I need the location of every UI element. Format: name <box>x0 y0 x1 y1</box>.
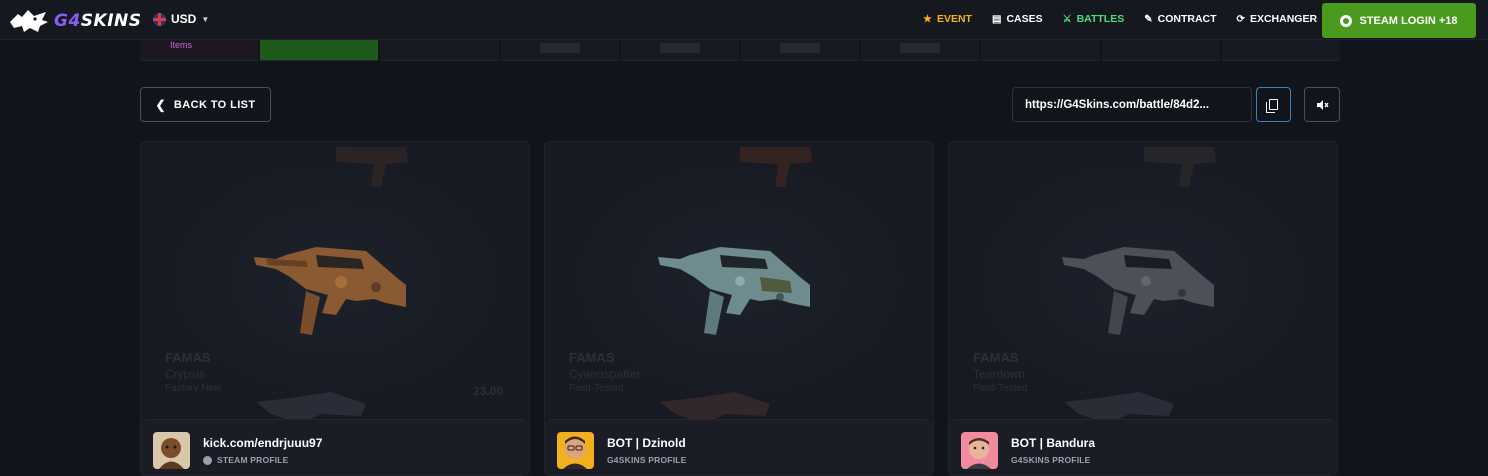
famas-cyanospatter-image <box>658 247 810 335</box>
caret-down-icon: ▼ <box>201 14 210 24</box>
nav-contract-label: CONTRACT <box>1157 13 1217 25</box>
cases-icon: ▤ <box>991 13 1002 25</box>
previous-item-image <box>1144 147 1216 187</box>
back-to-list-button[interactable]: ❮ BACK TO LIST <box>140 87 271 122</box>
battle-slots-strip: Items <box>140 40 1341 61</box>
player-card: FAMAS Teardown Field-Tested BOT | Bandur… <box>948 141 1338 476</box>
uk-flag-icon <box>153 12 166 26</box>
wolf-logo-icon <box>10 10 48 32</box>
next-item-image <box>660 392 770 424</box>
strip-slot[interactable] <box>741 40 860 61</box>
slot-item-thumb <box>659 43 700 53</box>
steam-login-button[interactable]: STEAM LOGIN +18 <box>1322 3 1476 38</box>
battle-url-field[interactable]: https://G4Skins.com/battle/84d2... <box>1012 87 1252 122</box>
slot-item-thumb <box>900 43 941 53</box>
item-info-faded: FAMAS Cyanospatter Field-Tested <box>569 350 640 394</box>
steam-icon <box>1340 14 1353 27</box>
item-price: 23.00 <box>472 384 503 398</box>
famas-crypsis-image <box>254 247 406 335</box>
next-item-image <box>1064 392 1174 424</box>
currency-label: USD <box>171 12 197 26</box>
currency-selector[interactable]: USD ▼ <box>153 12 209 26</box>
back-to-list-label: BACK TO LIST <box>173 98 256 111</box>
battles-icon: ⚔ <box>1062 13 1072 25</box>
strip-slot[interactable] <box>500 40 619 61</box>
strip-slot[interactable] <box>260 40 379 61</box>
item-exterior: Factory New <box>165 383 222 394</box>
skin-name: Teardown <box>973 367 1026 381</box>
steam-login-label: STEAM LOGIN +18 <box>1359 14 1458 27</box>
star-icon: ★ <box>923 13 932 25</box>
copy-url-button[interactable] <box>1256 87 1291 122</box>
avatar-image-icon <box>557 432 594 469</box>
player-avatar[interactable] <box>557 432 594 469</box>
profile-label: STEAM PROFILE <box>217 455 289 465</box>
avatar-image-icon <box>961 432 998 469</box>
strip-slot[interactable] <box>861 40 980 61</box>
next-item-image <box>256 392 366 424</box>
item-info-faded: FAMAS Teardown Field-Tested <box>973 350 1027 394</box>
exchange-icon: ⟳ <box>1236 13 1245 25</box>
nav-exchanger-label: EXCHANGER <box>1249 13 1318 25</box>
strip-slot[interactable] <box>981 40 1100 61</box>
player-card: FAMAS Crypsis Factory New 23.00 kick.com… <box>140 141 530 476</box>
player-profile-link[interactable]: G4SKINS PROFILE <box>607 455 687 465</box>
item-exterior: Field-Tested <box>973 383 1028 394</box>
weapon-name: FAMAS <box>165 350 211 365</box>
player-avatar[interactable] <box>961 432 998 469</box>
chevron-left-icon: ❮ <box>155 97 166 112</box>
battle-url-text: https://G4Skins.com/battle/84d2... <box>1025 98 1210 111</box>
nav-cases[interactable]: ▤ CASES <box>992 13 1043 25</box>
profile-label: G4SKINS PROFILE <box>607 455 687 465</box>
logo-text: G4SKINS <box>54 11 142 31</box>
strip-slot[interactable] <box>620 40 740 61</box>
player-info: BOT | Dzinold G4SKINS PROFILE <box>545 419 933 475</box>
weapon-name: FAMAS <box>569 350 615 365</box>
item-info-faded: FAMAS Crypsis Factory New <box>165 350 221 394</box>
previous-item-image <box>336 147 408 187</box>
previous-item-image <box>740 147 812 187</box>
famas-teardown-image <box>1062 247 1214 335</box>
speaker-muted-icon <box>1316 99 1329 110</box>
player-profile-link[interactable]: G4SKINS PROFILE <box>1011 455 1091 465</box>
nav-event[interactable]: ★ EVENT <box>923 13 972 25</box>
nav-battles[interactable]: ⚔ BATTLES <box>1063 13 1125 25</box>
nav-battles-label: BATTLES <box>1076 13 1125 25</box>
profile-label: G4SKINS PROFILE <box>1011 455 1091 465</box>
slot-item-thumb <box>539 43 580 53</box>
strip-slot[interactable] <box>1101 40 1220 61</box>
nav-contract[interactable]: ✎ CONTRACT <box>1144 13 1216 25</box>
skin-name: Crypsis <box>165 367 206 381</box>
player-avatar[interactable] <box>153 432 190 469</box>
nav-event-label: EVENT <box>936 13 972 25</box>
strip-slot[interactable] <box>380 40 499 61</box>
player-info: BOT | Bandura G4SKINS PROFILE <box>949 419 1337 475</box>
player-card: FAMAS Cyanospatter Field-Tested BOT | Dz… <box>544 141 934 476</box>
strip-slot[interactable] <box>1221 40 1341 61</box>
mute-sound-button[interactable] <box>1304 87 1340 122</box>
top-header: G4SKINS USD ▼ ★ EVENT ▤ CASES ⚔ BATTLES … <box>0 0 1488 40</box>
strip-slot[interactable]: Items <box>140 40 259 61</box>
slot-item-thumb <box>780 43 821 53</box>
steam-icon <box>203 455 212 465</box>
main-nav: ★ EVENT ▤ CASES ⚔ BATTLES ✎ CONTRACT ⟳ E… <box>923 13 1317 25</box>
skin-name: Cyanospatter <box>569 367 641 381</box>
avatar-image-icon <box>153 432 190 469</box>
player-name[interactable]: kick.com/endrjuuu97 <box>203 436 322 450</box>
item-exterior: Field-Tested <box>569 383 624 394</box>
copy-icon <box>1266 99 1278 113</box>
nav-exchanger[interactable]: ⟳ EXCHANGER <box>1237 13 1317 25</box>
strip-slot-label: Items <box>170 40 193 50</box>
pen-icon: ✎ <box>1144 13 1153 25</box>
player-name[interactable]: BOT | Dzinold <box>607 436 686 450</box>
nav-cases-label: CASES <box>1006 13 1043 25</box>
site-logo[interactable]: G4SKINS <box>8 8 142 34</box>
player-profile-link[interactable]: STEAM PROFILE <box>203 455 289 465</box>
player-info: kick.com/endrjuuu97 STEAM PROFILE <box>141 419 529 475</box>
player-name[interactable]: BOT | Bandura <box>1011 436 1095 450</box>
weapon-name: FAMAS <box>973 350 1019 365</box>
